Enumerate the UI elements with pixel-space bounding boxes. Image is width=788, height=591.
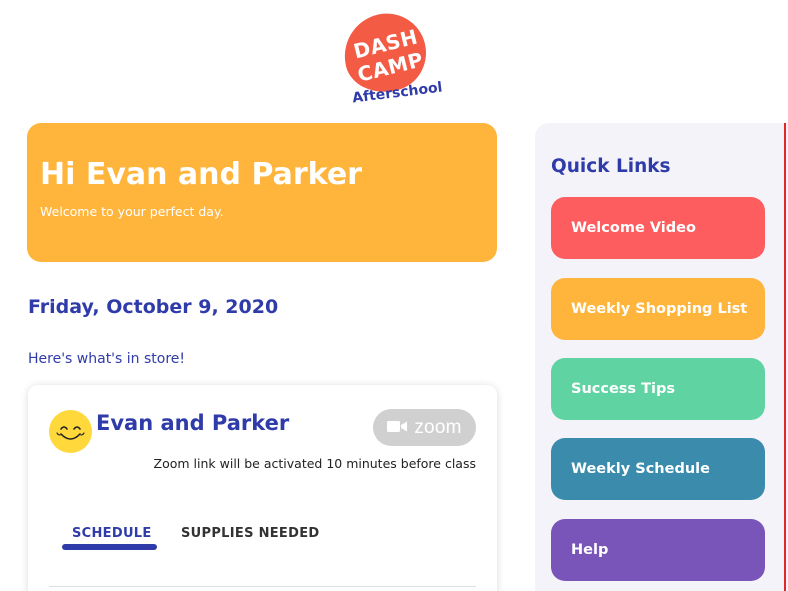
quick-links-title: Quick Links	[551, 156, 671, 177]
weekly-shopping-list-link[interactable]: Weekly Shopping List	[551, 278, 765, 340]
zoom-activation-note: Zoom link will be activated 10 minutes b…	[153, 456, 476, 471]
card-divider	[49, 586, 476, 587]
current-date: Friday, October 9, 2020	[28, 296, 279, 318]
weekly-schedule-link[interactable]: Weekly Schedule	[551, 438, 765, 500]
welcome-video-link[interactable]: Welcome Video	[551, 197, 765, 259]
greeting-subtitle: Welcome to your perfect day.	[40, 204, 224, 219]
welcome-banner: Hi Evan and Parker Welcome to your perfe…	[27, 123, 497, 262]
dash-camp-logo[interactable]: DASH CAMP Afterschool	[335, 5, 443, 110]
video-camera-icon	[387, 418, 408, 437]
class-name: Evan and Parker	[96, 411, 290, 435]
sidebar-scroll-edge	[784, 123, 786, 591]
intro-text: Here's what's in store!	[28, 351, 186, 367]
success-tips-link[interactable]: Success Tips	[551, 358, 765, 420]
zoom-button-label: zoom	[414, 416, 462, 438]
tab-supplies-needed[interactable]: SUPPLIES NEEDED	[181, 526, 319, 541]
tab-schedule[interactable]: SCHEDULE	[72, 526, 152, 541]
help-link[interactable]: Help	[551, 519, 765, 581]
class-card: Evan and Parker zoom Zoom link will be a…	[28, 385, 497, 591]
zoom-button[interactable]: zoom	[373, 409, 476, 446]
active-tab-indicator	[62, 544, 157, 550]
greeting-title: Hi Evan and Parker	[40, 157, 362, 192]
quick-links-sidebar: Quick Links Welcome Video Weekly Shoppin…	[535, 123, 788, 591]
smiley-face-icon	[49, 410, 92, 453]
